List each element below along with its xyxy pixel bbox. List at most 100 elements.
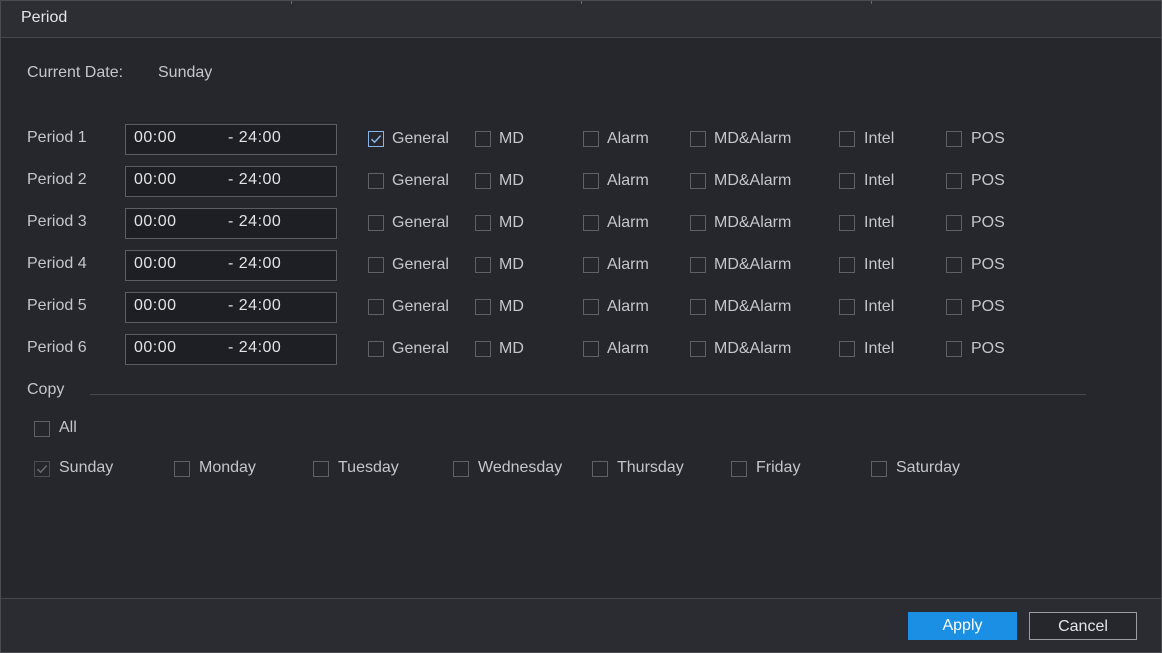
record-type-checkbox[interactable] [690, 341, 706, 357]
record-type-checkbox[interactable] [839, 131, 855, 147]
copy-day-checkbox [34, 461, 50, 477]
copy-day-checkbox[interactable] [313, 461, 329, 477]
copy-day-label: Sunday [59, 459, 114, 476]
copy-day-checkbox[interactable] [871, 461, 887, 477]
record-type-checkbox[interactable] [368, 173, 384, 189]
record-type-label: POS [971, 172, 1005, 189]
start-time[interactable]: 00:00 [134, 213, 177, 231]
record-type-checkbox[interactable] [946, 341, 962, 357]
period-time-field[interactable]: 00:00 - 24:00 [125, 166, 337, 197]
record-type-checkbox[interactable] [690, 173, 706, 189]
period-time-field[interactable]: 00:00 - 24:00 [125, 250, 337, 281]
record-type-checkbox[interactable] [839, 173, 855, 189]
copy-day-checkbox[interactable] [731, 461, 747, 477]
record-type-label: General [392, 340, 449, 357]
record-type-label: Alarm [607, 172, 649, 189]
record-type-checkbox[interactable] [368, 257, 384, 273]
period-dialog: Period Current Date: Sunday Period 1 00:0… [0, 0, 1162, 653]
tab-separator [871, 1, 872, 4]
cancel-button[interactable]: Cancel [1029, 612, 1137, 640]
end-time[interactable]: - 24:00 [228, 339, 281, 357]
start-time[interactable]: 00:00 [134, 171, 177, 189]
copy-day-checkbox[interactable] [592, 461, 608, 477]
record-type-checkbox[interactable] [475, 173, 491, 189]
end-time[interactable]: - 24:00 [228, 213, 281, 231]
period-label: Period 5 [27, 297, 87, 314]
start-time[interactable]: 00:00 [134, 297, 177, 315]
copy-day-checkbox[interactable] [453, 461, 469, 477]
record-type-checkbox[interactable] [839, 215, 855, 231]
copy-day-label: Saturday [896, 459, 961, 476]
period-time-field[interactable]: 00:00 - 24:00 [125, 124, 337, 155]
record-type-checkbox[interactable] [690, 257, 706, 273]
dialog-titlebar: Period [1, 1, 1161, 38]
record-type-checkbox[interactable] [583, 215, 599, 231]
copy-day-label: Tuesday [338, 459, 399, 476]
end-time[interactable]: - 24:00 [228, 171, 281, 189]
record-type-label: General [392, 172, 449, 189]
record-type-checkbox[interactable] [583, 173, 599, 189]
period-time-field[interactable]: 00:00 - 24:00 [125, 208, 337, 239]
copy-all-checkbox[interactable] [34, 421, 50, 437]
record-type-label: Intel [864, 130, 895, 147]
period-time-field[interactable]: 00:00 - 24:00 [125, 292, 337, 323]
record-type-checkbox[interactable] [839, 257, 855, 273]
record-type-checkbox[interactable] [475, 215, 491, 231]
apply-button[interactable]: Apply [908, 612, 1017, 640]
end-time[interactable]: - 24:00 [228, 129, 281, 147]
record-type-checkbox[interactable] [690, 215, 706, 231]
record-type-checkbox[interactable] [475, 131, 491, 147]
record-type-label: MD [499, 172, 524, 189]
record-type-label: MD&Alarm [714, 340, 792, 357]
record-type-checkbox[interactable] [368, 341, 384, 357]
record-type-label: MD&Alarm [714, 130, 792, 147]
record-type-checkbox[interactable] [946, 215, 962, 231]
copy-day-label: Monday [199, 459, 256, 476]
record-type-label: Intel [864, 172, 895, 189]
record-type-checkbox[interactable] [475, 341, 491, 357]
record-type-label: General [392, 214, 449, 231]
record-type-checkbox[interactable] [368, 131, 384, 147]
record-type-checkbox[interactable] [368, 299, 384, 315]
record-type-checkbox[interactable] [946, 131, 962, 147]
record-type-checkbox[interactable] [946, 257, 962, 273]
record-type-label: Intel [864, 298, 895, 315]
period-label: Period 6 [27, 339, 87, 356]
copy-divider [90, 394, 1086, 395]
record-type-checkbox[interactable] [946, 299, 962, 315]
record-type-label: POS [971, 214, 1005, 231]
end-time[interactable]: - 24:00 [228, 297, 281, 315]
record-type-checkbox[interactable] [475, 299, 491, 315]
start-time[interactable]: 00:00 [134, 339, 177, 357]
dialog-title: Period [21, 9, 68, 26]
record-type-checkbox[interactable] [690, 299, 706, 315]
record-type-label: MD [499, 298, 524, 315]
record-type-label: POS [971, 130, 1005, 147]
record-type-label: MD [499, 256, 524, 273]
record-type-checkbox[interactable] [583, 299, 599, 315]
record-type-checkbox[interactable] [839, 299, 855, 315]
record-type-label: MD [499, 130, 524, 147]
copy-day-label: Wednesday [478, 459, 563, 476]
record-type-checkbox[interactable] [475, 257, 491, 273]
period-time-field[interactable]: 00:00 - 24:00 [125, 334, 337, 365]
record-type-label: Alarm [607, 298, 649, 315]
record-type-checkbox[interactable] [583, 131, 599, 147]
record-type-checkbox[interactable] [839, 341, 855, 357]
record-type-label: General [392, 256, 449, 273]
copy-day-label: Friday [756, 459, 801, 476]
copy-day-label: Thursday [617, 459, 684, 476]
end-time[interactable]: - 24:00 [228, 255, 281, 273]
record-type-checkbox[interactable] [946, 173, 962, 189]
copy-day-checkbox[interactable] [174, 461, 190, 477]
start-time[interactable]: 00:00 [134, 255, 177, 273]
period-label: Period 4 [27, 255, 87, 272]
record-type-label: Alarm [607, 130, 649, 147]
record-type-checkbox[interactable] [368, 215, 384, 231]
record-type-label: Intel [864, 340, 895, 357]
record-type-checkbox[interactable] [690, 131, 706, 147]
record-type-checkbox[interactable] [583, 341, 599, 357]
record-type-label: POS [971, 340, 1005, 357]
record-type-checkbox[interactable] [583, 257, 599, 273]
start-time[interactable]: 00:00 [134, 129, 177, 147]
